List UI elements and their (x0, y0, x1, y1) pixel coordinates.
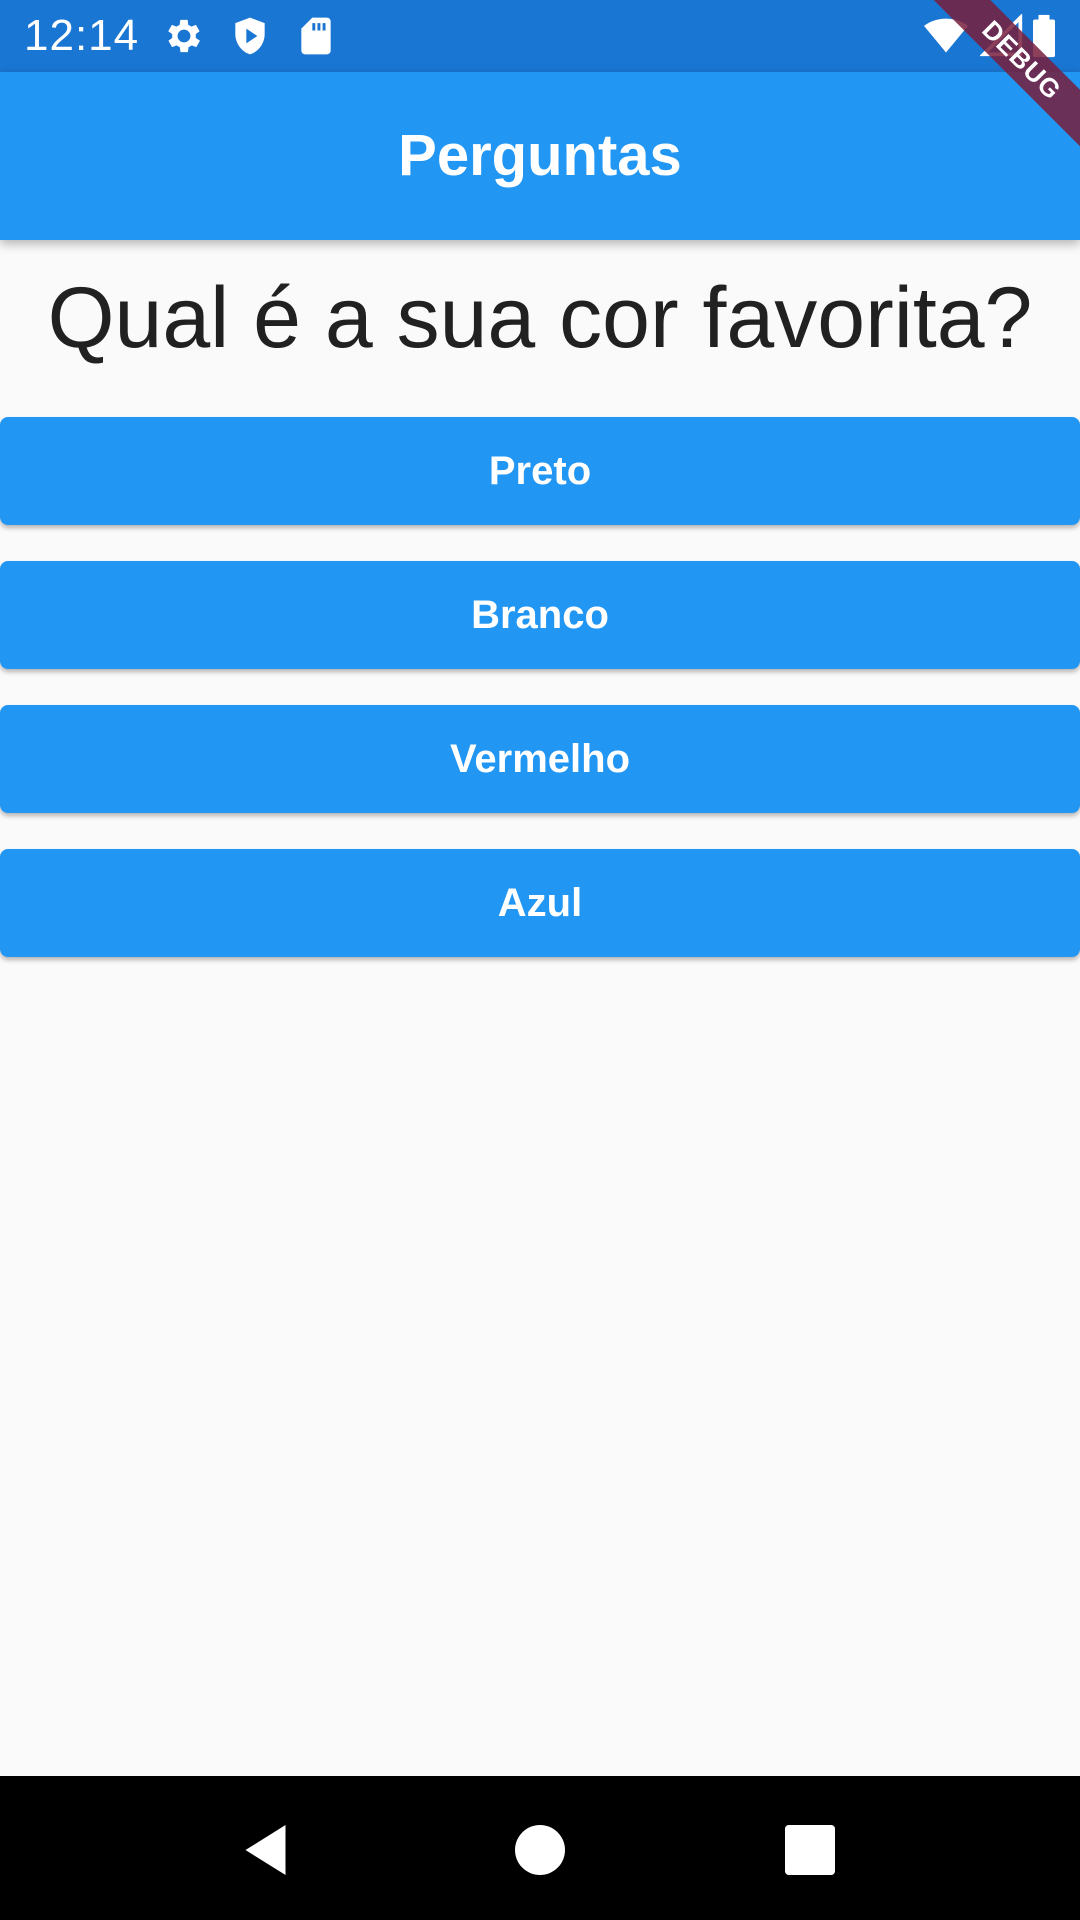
app-bar: Perguntas (0, 72, 1080, 240)
sd-card-icon (294, 14, 338, 58)
answer-button-vermelho[interactable]: Vermelho (0, 705, 1080, 813)
back-icon[interactable] (238, 1820, 298, 1880)
answer-list: Preto Branco Vermelho Azul (0, 417, 1080, 993)
shield-play-icon (228, 14, 272, 58)
answer-button-preto[interactable]: Preto (0, 417, 1080, 525)
question-text: Qual é a sua cor favorita? (47, 270, 1033, 366)
app-title: Perguntas (398, 123, 682, 188)
gear-icon (162, 14, 206, 58)
recents-icon[interactable] (780, 1820, 840, 1880)
home-icon[interactable] (510, 1820, 570, 1880)
status-bar: 12:14 (0, 0, 1080, 72)
status-time: 12:14 (24, 11, 140, 60)
answer-button-azul[interactable]: Azul (0, 849, 1080, 957)
screen: 12:14 Perguntas DEBUG Qual é a sua cor f… (0, 0, 1080, 1920)
navigation-bar (0, 1776, 1080, 1920)
answer-button-branco[interactable]: Branco (0, 561, 1080, 669)
